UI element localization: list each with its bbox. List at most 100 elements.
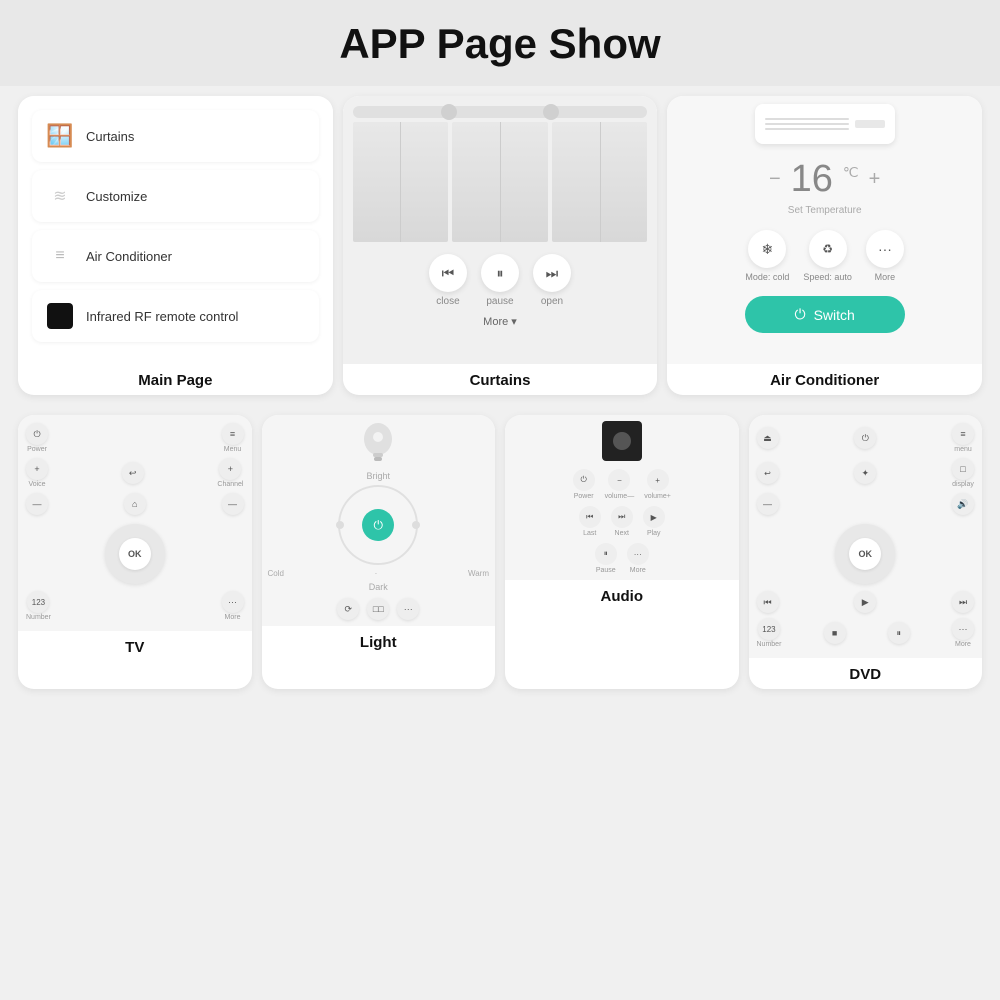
menu-item-remote[interactable]: Infrared RF remote control — [32, 290, 319, 342]
more-button[interactable]: ··· More — [866, 230, 904, 282]
ac-line-2 — [765, 123, 849, 125]
ok-ring: OK — [105, 524, 165, 584]
temp-increase-button[interactable]: + — [869, 168, 881, 191]
curtain-track — [353, 106, 648, 118]
power-icon: ⏻ — [26, 423, 48, 445]
curtains-screen: ⏮ close ⏸ pause ⏭ open More ▾ — [343, 96, 658, 364]
more-link[interactable]: More ▾ — [483, 315, 517, 328]
more-tv-button[interactable]: ··· More — [222, 591, 244, 621]
vol-down-button[interactable]: − volume— — [605, 469, 635, 500]
tv-label: TV — [18, 631, 252, 662]
ac-mode-buttons: ❄ Mode: cold ♻ Speed: auto ··· More — [745, 230, 904, 282]
ac-vent — [855, 120, 885, 128]
dvd-display-button[interactable]: □ display — [952, 458, 974, 488]
close-button[interactable]: ⏮ close — [429, 254, 467, 307]
play-label: Play — [647, 530, 661, 537]
vol-up-label: volume+ — [644, 493, 671, 500]
light-power-button[interactable]: ⏻ — [362, 509, 394, 541]
dvd-prev-button[interactable]: ⏮ — [757, 591, 779, 613]
dvd-vol-up-button[interactable]: 🔊 — [952, 493, 974, 515]
audio-top-controls: ⏻ Power − volume— + volume+ — [573, 469, 671, 500]
prev-button[interactable]: ⏮ Last — [579, 506, 601, 537]
light-card: Bright ⏻ Cold · Warm Dark ⟳ □□ ··· Light — [262, 415, 496, 689]
ac-line-1 — [765, 118, 849, 120]
menu-item-customize[interactable]: ≋ Customize — [32, 170, 319, 222]
channel-up-button[interactable]: + Channel — [217, 458, 243, 488]
ac-card-label: Air Conditioner — [667, 364, 982, 395]
dvd-ok-ring: OK — [835, 524, 895, 584]
speed-label: Speed: auto — [803, 272, 852, 282]
dvd-menu-button[interactable]: ≡ menu — [952, 423, 974, 453]
tv-bottom-row: 123 Number ··· More — [26, 591, 244, 621]
plus-icon: + — [26, 458, 48, 480]
dvd-settings-icon[interactable]: ✦ — [854, 462, 876, 484]
speed-button[interactable]: ♻ Speed: auto — [803, 230, 852, 282]
dvd-menu-icon: ≡ — [952, 423, 974, 445]
home-icon[interactable]: ⌂ — [124, 493, 146, 515]
dvd-power-button[interactable]: ⏻ — [854, 427, 876, 449]
dvd-more-button[interactable]: ··· More — [952, 618, 974, 648]
menu-item-curtains[interactable]: 🪟 Curtains — [32, 110, 319, 162]
number-icon: 123 — [27, 591, 49, 613]
light-extra-btn2[interactable]: □□ — [367, 598, 389, 620]
curtain-controls: ⏮ close ⏸ pause ⏭ open — [429, 254, 571, 307]
voice-up-button[interactable]: + Voice — [26, 458, 48, 488]
more-tv-label: More — [225, 614, 241, 621]
dvd-number-button[interactable]: 123 Number — [757, 618, 782, 648]
power-label: Power — [27, 446, 47, 453]
dvd-screen: ⏏ ⏻ ≡ menu ↩ ✦ □ display — — [749, 415, 983, 658]
dvd-eject-button[interactable]: ⏏ — [757, 427, 779, 449]
ac-screen: − 16 ℃ + Set Temperature ❄ Mode: cold ♻ … — [667, 96, 982, 364]
pause-audio-button[interactable]: ⏸ Pause — [595, 543, 617, 574]
curtains-card: ⏮ close ⏸ pause ⏭ open More ▾ Curtains — [343, 96, 658, 395]
next-label: Next — [615, 530, 629, 537]
temp-decrease-button[interactable]: − — [769, 168, 781, 191]
menu-button[interactable]: ≡ Menu — [222, 423, 244, 453]
next-button[interactable]: ⏭ Next — [611, 506, 633, 537]
curtain-panel-left — [353, 122, 449, 242]
dvd-pause-button[interactable]: ⏸ — [888, 622, 910, 644]
customize-icon: ≋ — [44, 180, 76, 212]
light-extra-btn3[interactable]: ··· — [397, 598, 419, 620]
curtains-label: Curtains — [86, 129, 134, 144]
dvd-back-icon[interactable]: ↩ — [757, 462, 779, 484]
curtain-panel-right — [552, 122, 648, 242]
power-button[interactable]: ⏻ Power — [26, 423, 48, 453]
dvd-label: DVD — [749, 658, 983, 689]
more-audio-label: More — [630, 567, 646, 574]
more-dots-icon: ··· — [866, 230, 904, 268]
number-button[interactable]: 123 Number — [26, 591, 51, 621]
ok-button[interactable]: OK — [119, 538, 151, 570]
ch-down-button[interactable]: — — [222, 493, 244, 515]
dvd-card: ⏏ ⏻ ≡ menu ↩ ✦ □ display — — [749, 415, 983, 689]
dvd-stop-button[interactable]: ■ — [824, 622, 846, 644]
light-dial[interactable]: ⏻ — [338, 485, 418, 565]
ac-line-3 — [765, 128, 849, 130]
dvd-ok-button[interactable]: OK — [849, 538, 881, 570]
prev-label: Last — [583, 530, 596, 537]
dvd-next-button[interactable]: ⏭ — [952, 591, 974, 613]
dot-center: · — [375, 569, 378, 578]
prev-icon: ⏮ — [579, 506, 601, 528]
back-icon[interactable]: ↩ — [122, 462, 144, 484]
remote-label: Infrared RF remote control — [86, 309, 238, 324]
menu-item-ac[interactable]: ≡ Air Conditioner — [32, 230, 319, 282]
customize-label: Customize — [86, 189, 147, 204]
light-extra-btn1[interactable]: ⟳ — [337, 598, 359, 620]
dvd-play-button[interactable]: ▶ — [854, 591, 876, 613]
play-button[interactable]: ▶ Play — [643, 506, 665, 537]
vol-up-button[interactable]: + volume+ — [644, 469, 671, 500]
dvd-play-row: ⏮ ▶ ⏭ — [757, 591, 975, 613]
temperature-unit: ℃ — [843, 164, 859, 181]
voice-down-button[interactable]: — — [26, 493, 48, 515]
more-audio-button[interactable]: ··· More — [627, 543, 649, 574]
audio-power-button[interactable]: ⏻ Power — [573, 469, 595, 500]
ac-unit-lines — [765, 118, 849, 130]
mode-button[interactable]: ❄ Mode: cold — [745, 230, 789, 282]
switch-button[interactable]: ⏻ Switch — [745, 296, 905, 333]
open-button[interactable]: ⏭ open — [533, 254, 571, 307]
dial-knob-left — [336, 521, 344, 529]
snowflake-icon: ❄ — [748, 230, 786, 268]
dvd-vol-down-button[interactable]: — — [757, 493, 779, 515]
pause-button[interactable]: ⏸ pause — [481, 254, 519, 307]
